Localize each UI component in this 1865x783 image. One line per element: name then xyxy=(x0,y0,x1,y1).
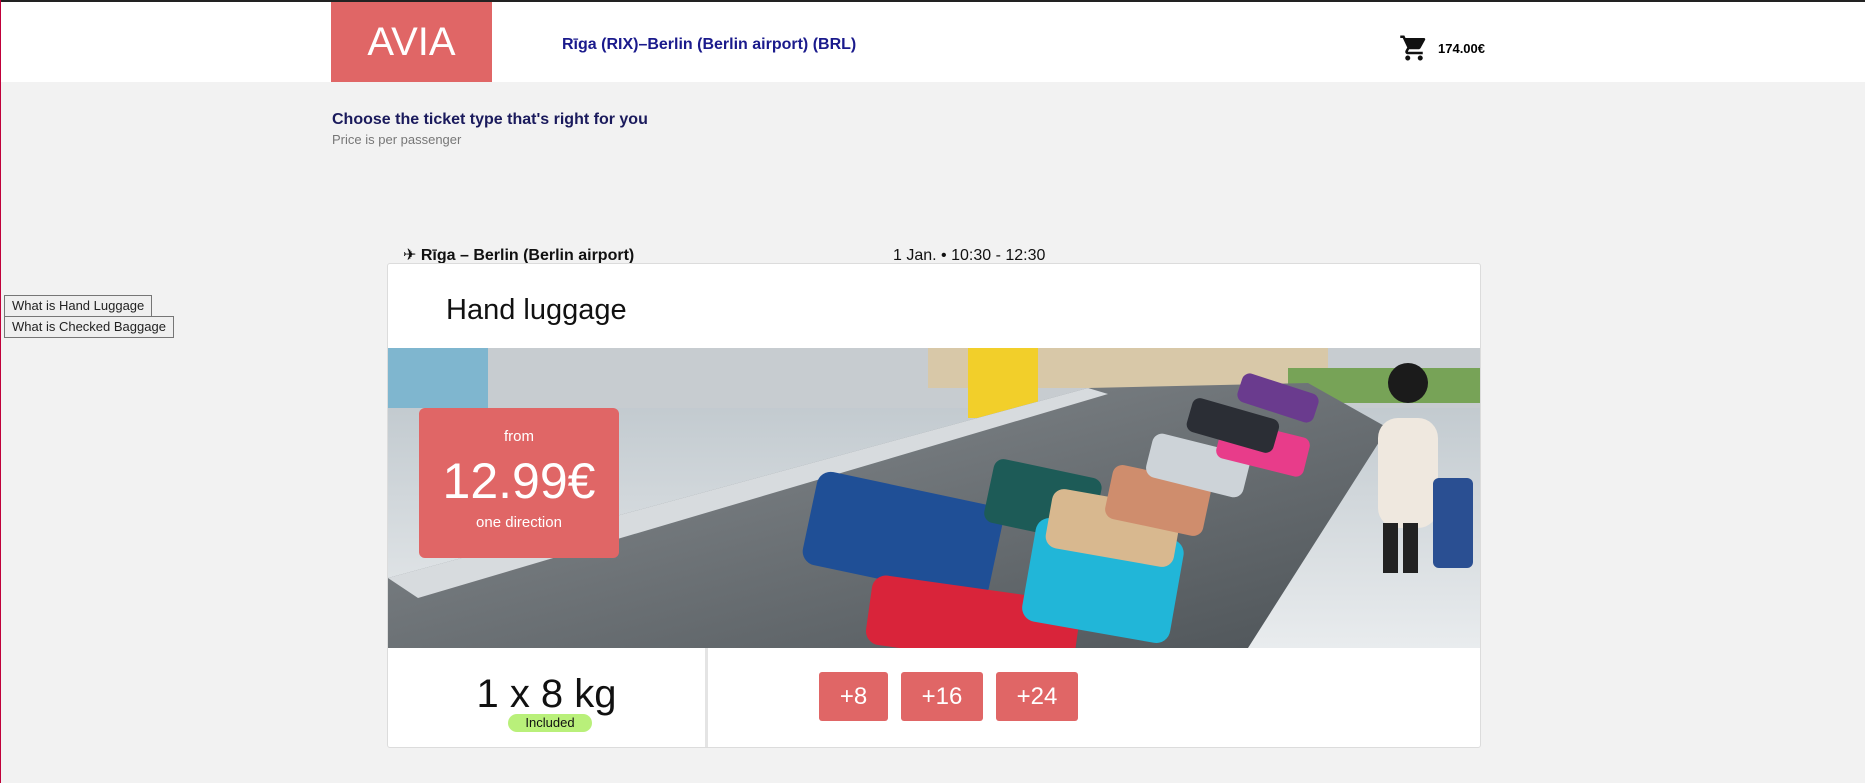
card-title: Hand luggage xyxy=(446,294,627,326)
price-box: from 12.99€ one direction xyxy=(419,408,619,558)
cart-total: 174.00€ xyxy=(1438,40,1485,56)
what-is-hand-luggage-button[interactable]: What is Hand Luggage xyxy=(4,295,153,317)
cart[interactable]: 174.00€ xyxy=(1399,33,1485,63)
add-24kg-button[interactable]: +24 xyxy=(996,672,1078,721)
header-route: Rīga (RIX)–Berlin (Berlin airport) (BRL) xyxy=(562,36,857,53)
weight-allowance: 1 x 8 kg xyxy=(476,672,617,716)
header: AVIA Rīga (RIX)–Berlin (Berlin airport) … xyxy=(1,2,1865,82)
page-title: Choose the ticket type that's right for … xyxy=(332,111,648,128)
price-direction-label: one direction xyxy=(476,514,562,531)
price-value: 12.99€ xyxy=(442,453,596,509)
logo[interactable]: AVIA xyxy=(331,2,492,82)
addon-buttons: +8 +16 +24 xyxy=(819,672,1078,721)
add-16kg-button[interactable]: +16 xyxy=(901,672,983,721)
hand-luggage-card: Hand luggage from 12.99€ one direction 1… xyxy=(387,263,1481,748)
page-subtitle: Price is per passenger xyxy=(332,132,462,147)
baggage-carousel-photo: from 12.99€ one direction xyxy=(388,348,1480,648)
price-from-label: from xyxy=(504,428,534,445)
what-is-checked-baggage-button[interactable]: What is Checked Baggage xyxy=(4,316,174,338)
add-8kg-button[interactable]: +8 xyxy=(819,672,888,721)
included-allowance: 1 x 8 kg Included xyxy=(388,648,708,747)
included-badge: Included xyxy=(508,714,592,732)
flight-route: ✈ Rīga – Berlin (Berlin airport) xyxy=(403,247,635,264)
cart-icon[interactable] xyxy=(1399,33,1429,63)
